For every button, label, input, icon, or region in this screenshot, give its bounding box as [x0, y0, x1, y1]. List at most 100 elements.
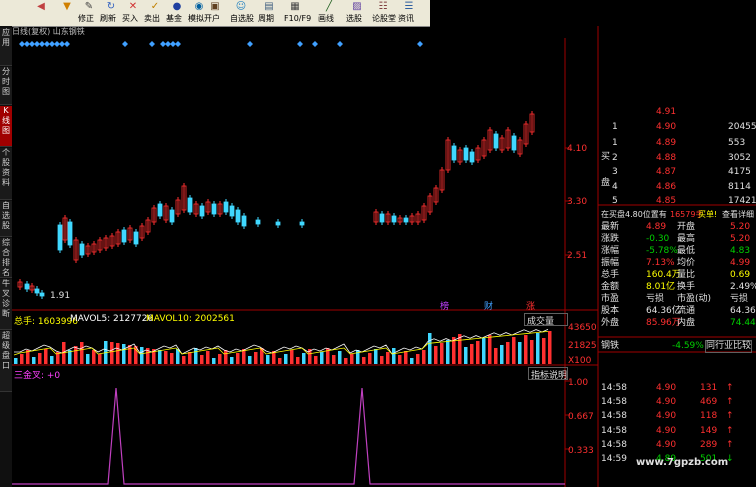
volume-bar	[20, 354, 24, 364]
stat-key: 最新	[601, 222, 620, 232]
candle-body	[451, 145, 457, 161]
volume-bar	[464, 347, 468, 364]
candle-body	[241, 215, 247, 227]
signal-diamond	[247, 41, 253, 47]
rank-marker[interactable]: 榜	[440, 299, 449, 312]
stat-value: 4.99	[730, 258, 751, 268]
candle-body	[469, 151, 475, 163]
stat-key: 市盈	[601, 294, 620, 304]
indicator-help-button[interactable]: 指标说明	[528, 367, 568, 381]
volume-bar	[200, 355, 204, 364]
volume-bar	[212, 358, 216, 364]
signal-diamond	[297, 41, 303, 47]
signal-diamond	[337, 41, 343, 47]
volume-bar	[248, 356, 252, 364]
arrow-up-icon: ↑	[726, 411, 734, 422]
stat-value: 4.83	[730, 246, 751, 256]
candle-body	[187, 197, 193, 213]
volume-bar	[476, 341, 480, 364]
tick-volume: 118	[700, 411, 718, 422]
stat-key: 涨幅	[601, 246, 620, 256]
stat-value: 7.13%	[646, 258, 675, 268]
volume-bar	[14, 358, 18, 364]
stat-key: 最低	[677, 246, 696, 256]
candle-body	[39, 292, 45, 297]
arrow-up-icon: ↑	[726, 439, 734, 450]
buy-level: 3	[612, 167, 618, 177]
candle-body	[463, 147, 469, 161]
buy-volume: 4175	[728, 167, 751, 177]
stat-value: 亏损	[646, 294, 665, 304]
tick-time: 14:58	[601, 439, 627, 450]
rise-marker[interactable]: 涨	[526, 299, 535, 312]
volume-total-label: 总手: 1603996	[14, 317, 78, 327]
industry-compare-button[interactable]: 同行业比较	[705, 340, 753, 353]
stat-value: 亏损	[730, 294, 749, 304]
volume-bar	[362, 357, 366, 364]
tick-time: 14:59	[601, 454, 627, 464]
volume-bar	[542, 338, 546, 364]
candle-body	[493, 133, 499, 149]
volume-bar	[74, 346, 78, 364]
volume-bar	[368, 353, 372, 364]
buy-price: 4.85	[656, 196, 677, 206]
candle-body	[391, 215, 397, 223]
buy-volume: 553	[728, 138, 746, 148]
volume-axis-unit: X100	[568, 356, 592, 366]
volume-bar	[320, 352, 324, 364]
stat-value: 74.44万	[730, 318, 756, 328]
volume-bar	[380, 356, 384, 364]
volume-bar	[392, 348, 396, 364]
stat-value: 85.96万	[646, 318, 681, 328]
volume-bar	[260, 348, 264, 364]
tick-price: 4.90	[656, 439, 677, 450]
volume-bar	[518, 342, 522, 364]
indicator-axis-2: 0.667	[568, 412, 594, 422]
buy-level: 4	[612, 181, 618, 192]
volume-bar	[434, 346, 438, 364]
volume-bar	[422, 350, 426, 364]
volume-bar	[170, 353, 174, 364]
stat-key: 涨跌	[601, 234, 620, 244]
volume-bar	[236, 353, 240, 364]
volume-bar	[524, 335, 528, 364]
signal-diamond	[64, 41, 70, 47]
volume-bar	[494, 348, 498, 364]
stat-key: 市盈(动)	[677, 294, 712, 304]
stat-value: 64.36亿	[646, 306, 681, 316]
volume-bar	[98, 354, 102, 364]
watermark: www.7gpzb.com	[636, 457, 729, 468]
tick-volume: 149	[700, 425, 718, 436]
volume-bar	[182, 356, 186, 364]
chart-canvas	[12, 26, 756, 487]
stat-key: 最高	[677, 234, 696, 244]
volume-bar	[122, 344, 126, 364]
order-notice-link[interactable]: 查看详细	[722, 209, 754, 220]
candle-body	[275, 221, 281, 226]
candle-body	[223, 201, 229, 213]
volume-bar	[296, 357, 300, 364]
stat-key: 量比	[677, 270, 696, 280]
signal-diamond	[122, 41, 128, 47]
order-notice-type: 买单!	[698, 210, 718, 219]
arrow-up-icon: ↑	[726, 383, 734, 393]
candle-body	[67, 221, 73, 246]
stat-key: 开盘	[677, 222, 696, 232]
price-axis-label-3: 2.51	[567, 251, 588, 261]
arrow-up-icon: ↑	[726, 397, 734, 408]
volume-bar	[302, 353, 306, 364]
buy-volume: 3052	[728, 152, 751, 163]
sell-top-price: 4.91	[656, 107, 677, 117]
volume-bar	[290, 350, 294, 364]
volume-bar	[110, 342, 114, 364]
candle-body	[199, 205, 205, 217]
volume-indicator-dropdown[interactable]: 成交量	[524, 313, 568, 327]
indicator-axis-3: 0.333	[568, 446, 594, 456]
volume-bar	[500, 345, 504, 364]
volume-bar	[266, 355, 270, 364]
finance-marker[interactable]: 财	[484, 299, 493, 312]
volume-bar	[206, 351, 210, 364]
buy-volume: 17421	[728, 196, 756, 206]
buy-price: 4.89	[656, 138, 677, 148]
volume-bar	[446, 340, 450, 364]
